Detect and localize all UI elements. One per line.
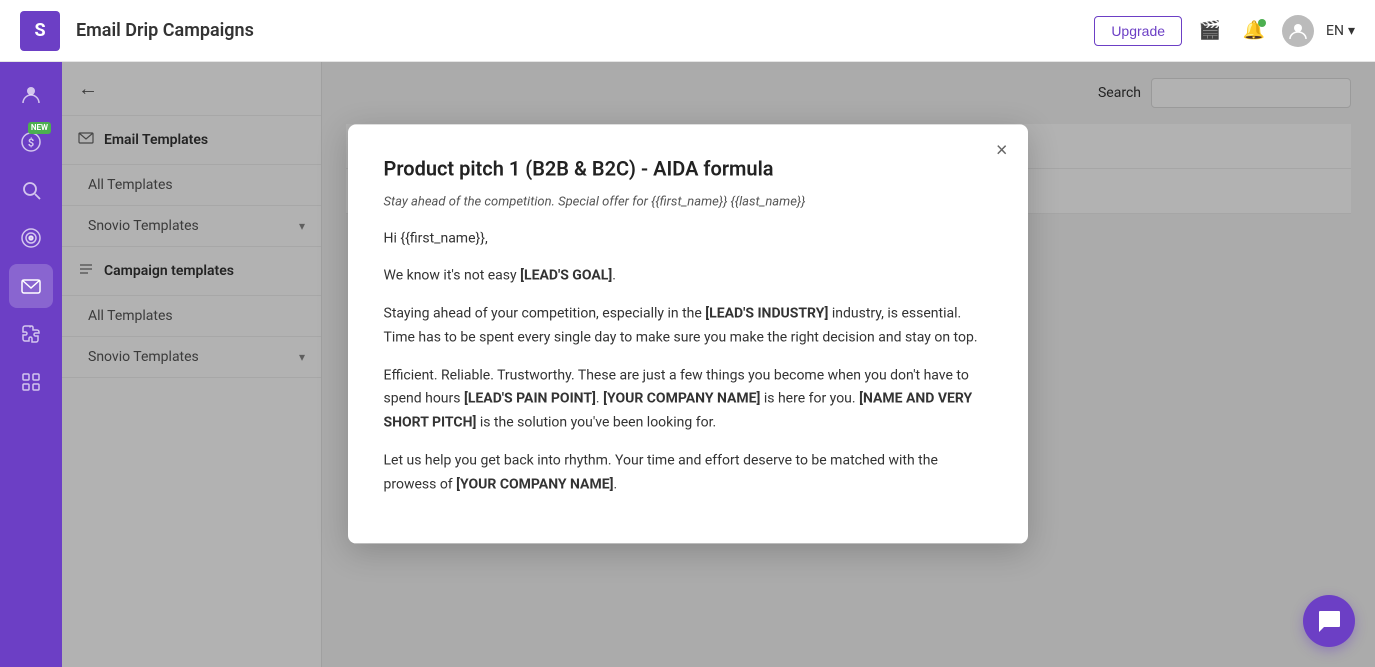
sidebar-icons: $ NEW bbox=[0, 62, 62, 667]
sidebar-icon-user[interactable] bbox=[9, 72, 53, 116]
sidebar-icon-puzzle[interactable] bbox=[9, 312, 53, 356]
modal-title: Product pitch 1 (B2B & B2C) - AIDA formu… bbox=[384, 156, 992, 180]
avatar[interactable] bbox=[1282, 15, 1314, 47]
modal-close-button[interactable]: × bbox=[996, 140, 1008, 160]
sidebar-icon-email[interactable] bbox=[9, 264, 53, 308]
modal-greeting: Hi {{first_name}}, bbox=[384, 227, 992, 251]
modal-bold-4: [YOUR COMPANY NAME] bbox=[603, 391, 760, 407]
app-title: Email Drip Campaigns bbox=[76, 20, 1094, 41]
modal-subtitle: Stay ahead of the competition. Special o… bbox=[384, 194, 992, 209]
app-logo: S bbox=[20, 11, 60, 51]
notification-dot bbox=[1258, 19, 1266, 27]
modal-paragraph-4: Let us help you get back into rhythm. Yo… bbox=[384, 449, 992, 497]
modal-body: Hi {{first_name}}, We know it's not easy… bbox=[384, 227, 992, 497]
modal-bold-3: [LEAD'S PAIN POINT] bbox=[464, 391, 596, 407]
modal-paragraph-1: We know it's not easy [LEAD'S GOAL]. bbox=[384, 265, 992, 289]
upgrade-button[interactable]: Upgrade bbox=[1094, 16, 1182, 46]
modal-bold-1: [LEAD'S GOAL] bbox=[520, 268, 612, 284]
svg-text:$: $ bbox=[28, 137, 34, 150]
header-actions: Upgrade 🎬 🔔 EN ▾ bbox=[1094, 15, 1355, 47]
modal-paragraph-2: Staying ahead of your competition, espec… bbox=[384, 303, 992, 351]
sidebar-icon-grid[interactable] bbox=[9, 360, 53, 404]
notifications-icon[interactable]: 🔔 bbox=[1238, 15, 1270, 47]
sidebar-icon-dollar[interactable]: $ NEW bbox=[9, 120, 53, 164]
modal-bold-6: [YOUR COMPANY NAME] bbox=[456, 476, 613, 492]
language-selector[interactable]: EN ▾ bbox=[1326, 23, 1355, 39]
modal-bold-2: [LEAD'S INDUSTRY] bbox=[705, 306, 828, 322]
modal-paragraph-3: Efficient. Reliable. Trustworthy. These … bbox=[384, 364, 992, 435]
template-preview-modal: × Product pitch 1 (B2B & B2C) - AIDA for… bbox=[348, 124, 1028, 543]
help-icon[interactable]: 🎬 bbox=[1194, 15, 1226, 47]
sidebar-icon-target[interactable] bbox=[9, 216, 53, 260]
new-badge: NEW bbox=[28, 122, 51, 134]
chat-button[interactable] bbox=[1303, 595, 1355, 647]
sidebar-icon-search[interactable] bbox=[9, 168, 53, 212]
top-header: S Email Drip Campaigns Upgrade 🎬 🔔 EN ▾ bbox=[0, 0, 1375, 62]
